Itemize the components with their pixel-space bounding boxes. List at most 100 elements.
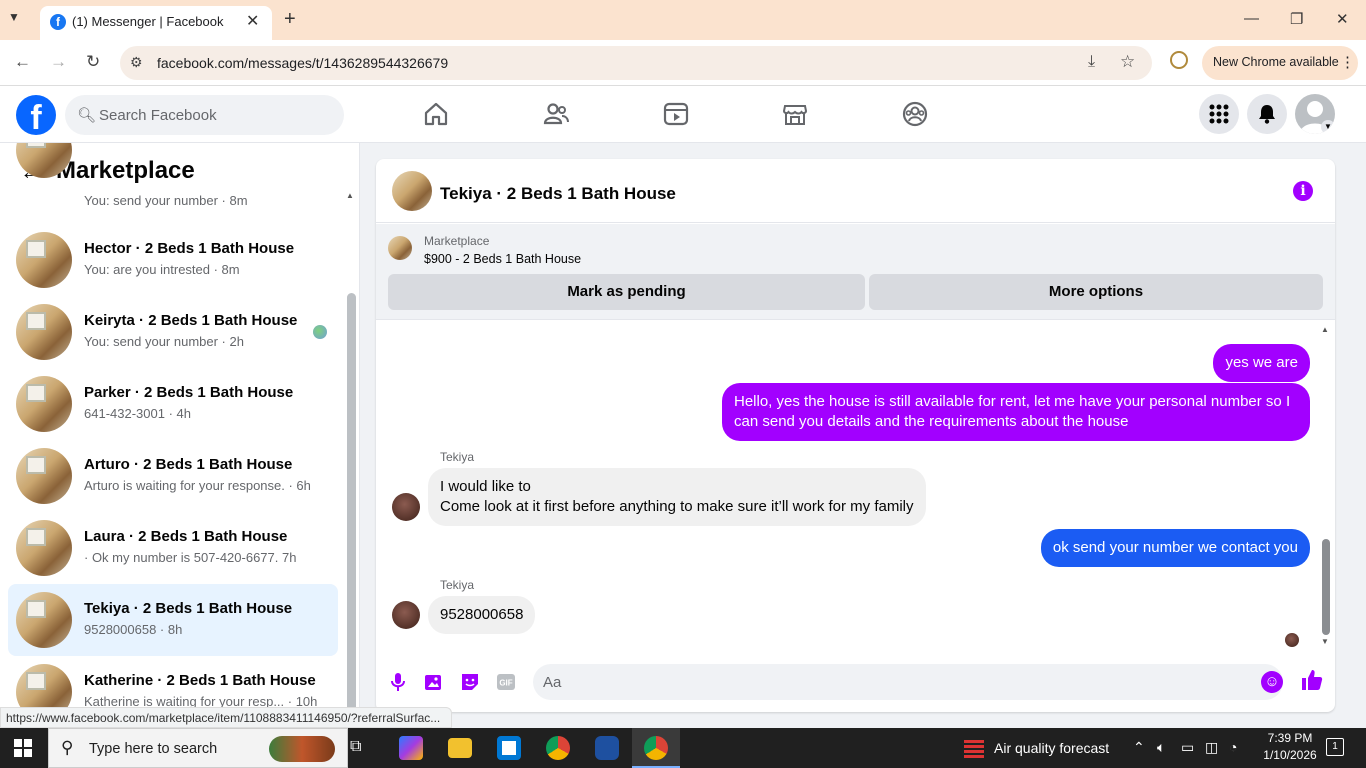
weather-widget-text[interactable]: Air quality forecast (994, 740, 1109, 756)
message-input[interactable] (543, 664, 1243, 700)
svg-text:GIF: GIF (499, 679, 512, 688)
friends-icon[interactable] (542, 100, 570, 128)
copilot-icon[interactable] (399, 736, 423, 760)
install-app-icon[interactable]: ⤓ (1088, 53, 1095, 71)
chrome-icon (644, 736, 668, 760)
conversation-info-icon[interactable]: i (1293, 181, 1313, 201)
file-explorer-icon[interactable] (448, 738, 472, 758)
more-options-button[interactable]: More options (869, 274, 1323, 310)
messages-scrollbar[interactable] (1322, 539, 1330, 635)
marketplace-icon[interactable] (781, 100, 809, 128)
tab-search-chevron-icon[interactable]: ▼ (8, 10, 20, 24)
read-receipt-avatar (1285, 633, 1299, 647)
messenger-favicon-icon: f (50, 14, 66, 30)
restore-icon[interactable]: ❐ (1290, 10, 1303, 28)
profile-icon[interactable] (1170, 51, 1188, 69)
show-hidden-icons-icon[interactable]: ⌃ (1133, 739, 1145, 756)
conversation-item-tekiya[interactable]: Tekiya · 2 Beds 1 Bath House 9528000658 … (8, 584, 338, 656)
chrome-active-taskbar-item[interactable] (632, 728, 680, 768)
clock-time[interactable]: 7:39 PM (1262, 731, 1318, 745)
mark-as-pending-button[interactable]: Mark as pending (388, 274, 865, 310)
listing-thumbnail[interactable] (388, 236, 412, 260)
chat-header: Tekiya · 2 Beds 1 Bath House i (376, 159, 1335, 223)
air-quality-icon[interactable] (964, 738, 984, 758)
account-avatar[interactable]: ▼ (1295, 94, 1335, 134)
message-bubble-incoming[interactable]: I would like to Come look at it first be… (428, 468, 926, 526)
video-icon[interactable] (662, 100, 690, 128)
address-bar[interactable]: ⚙ facebook.com/messages/t/14362895443266… (120, 46, 1152, 80)
chat-listing-avatar[interactable] (392, 171, 432, 211)
taskbar-search-box[interactable]: ⚲ Type here to search (48, 728, 348, 768)
sender-avatar[interactable] (392, 493, 420, 521)
conversation-snippet: Arturo is waiting for your response. · 6… (84, 478, 311, 493)
conversation-snippet: 9528000658 · 8h (84, 622, 183, 637)
search-highlight-image-icon[interactable] (269, 736, 335, 762)
message-composer[interactable]: ☺ (533, 664, 1283, 700)
sender-name: Tekiya (440, 578, 475, 592)
account-chevron-icon[interactable]: ▼ (1321, 120, 1335, 134)
sender-avatar[interactable] (392, 601, 420, 629)
site-info-icon[interactable]: ⚙ (130, 54, 143, 71)
scroll-up-arrow-icon[interactable]: ▲ (346, 191, 354, 200)
minimize-icon[interactable]: — (1244, 10, 1259, 27)
marketplace-conversation-list: ← Marketplace ▲ You: send your number · … (0, 143, 360, 707)
messages-scroll-down-icon[interactable]: ▼ (1321, 637, 1329, 646)
new-tab-button[interactable]: + (284, 8, 296, 31)
new-chrome-available-button[interactable]: New Chrome available ⋮ (1202, 46, 1358, 80)
message-bubble-incoming[interactable]: 9528000658 (428, 596, 536, 634)
microsoft-store-icon[interactable] (497, 736, 521, 760)
back-icon[interactable]: ← (14, 52, 31, 72)
battery-icon[interactable]: ▭ (1181, 739, 1194, 756)
webcam-icon[interactable]: ◫ (1205, 739, 1218, 756)
listing-avatar (16, 232, 72, 288)
listing-avatar (16, 520, 72, 576)
tab-close-icon[interactable]: ✕ (246, 11, 259, 31)
chat-title[interactable]: Tekiya · 2 Beds 1 Bath House (440, 184, 676, 204)
conversation-item-laura[interactable]: Laura · 2 Beds 1 Bath House · Ok my numb… (8, 515, 338, 581)
conversation-item-arturo[interactable]: Arturo · 2 Beds 1 Bath House Arturo is w… (8, 443, 338, 509)
notifications-bell-icon[interactable] (1247, 94, 1287, 134)
conversation-name: Hector · 2 Beds 1 Bath House (84, 240, 295, 257)
menu-grid-icon[interactable] (1199, 94, 1239, 134)
home-icon[interactable] (422, 100, 450, 128)
microphone-icon[interactable] (387, 671, 409, 693)
reload-icon[interactable]: ↻ (86, 52, 100, 72)
bookmark-star-icon[interactable]: ☆ (1120, 52, 1135, 72)
groups-icon[interactable] (901, 100, 929, 128)
conversation-list-scrollbar[interactable] (347, 293, 356, 707)
conversation-item-hector[interactable]: Hector · 2 Beds 1 Bath House You: are yo… (8, 227, 338, 293)
conversation-item-keiryta[interactable]: Keiryta · 2 Beds 1 Bath House You: send … (8, 299, 338, 365)
browser-toolbar: ← → ↻ ⚙ facebook.com/messages/t/14362895… (0, 40, 1366, 86)
message-bubble-outgoing[interactable]: ok send your number we contact you (1040, 529, 1310, 567)
clock-date[interactable]: 1/10/2026 (1262, 748, 1318, 762)
message-bubble-outgoing[interactable]: yes we are (1213, 344, 1310, 382)
wifi-icon[interactable]: ◔ (1229, 739, 1237, 755)
close-window-icon[interactable]: ✕ (1336, 10, 1349, 28)
chrome-profile-icon[interactable] (546, 736, 570, 760)
attach-photo-icon[interactable] (423, 671, 445, 693)
windows-start-icon[interactable] (14, 739, 32, 757)
facebook-search-box[interactable]: 🔍︎ (65, 95, 344, 135)
conversation-name: Tekiya · 2 Beds 1 Bath House (84, 600, 293, 617)
sticker-icon[interactable] (459, 671, 481, 693)
search-input[interactable] (99, 95, 329, 135)
conversation-item-katherine[interactable]: Katherine · 2 Beds 1 Bath House Katherin… (8, 659, 338, 707)
conversation-item-top-partial[interactable]: You: send your number · 8m (8, 143, 338, 212)
conversation-snippet: Katherine is waiting for your resp... · … (84, 694, 318, 707)
listing-title[interactable]: $900 - 2 Beds 1 Bath House (424, 252, 581, 266)
forward-icon[interactable]: → (50, 52, 67, 72)
message-bubble-outgoing[interactable]: Hello, yes the house is still available … (722, 383, 1310, 441)
conversation-item-parker[interactable]: Parker · 2 Beds 1 Bath House 641-432-300… (8, 371, 338, 437)
volume-icon[interactable]: 🔈︎ (1157, 739, 1165, 756)
chrome-menu-icon[interactable]: ⋮ (1340, 53, 1355, 71)
thumbs-up-like-icon[interactable] (1300, 668, 1324, 692)
task-view-icon[interactable]: ⧉ (350, 738, 361, 756)
listing-avatar (16, 664, 72, 707)
gif-icon[interactable]: GIF (495, 671, 517, 693)
security-app-icon[interactable] (595, 736, 619, 760)
messages-scroll-up-icon[interactable]: ▲ (1321, 325, 1329, 334)
notification-center-icon[interactable]: 1 (1326, 738, 1344, 756)
browser-tab[interactable]: f (1) Messenger | Facebook ✕ (40, 6, 272, 40)
facebook-logo-icon[interactable]: f (16, 95, 56, 135)
emoji-icon[interactable]: ☺ (1261, 671, 1283, 693)
